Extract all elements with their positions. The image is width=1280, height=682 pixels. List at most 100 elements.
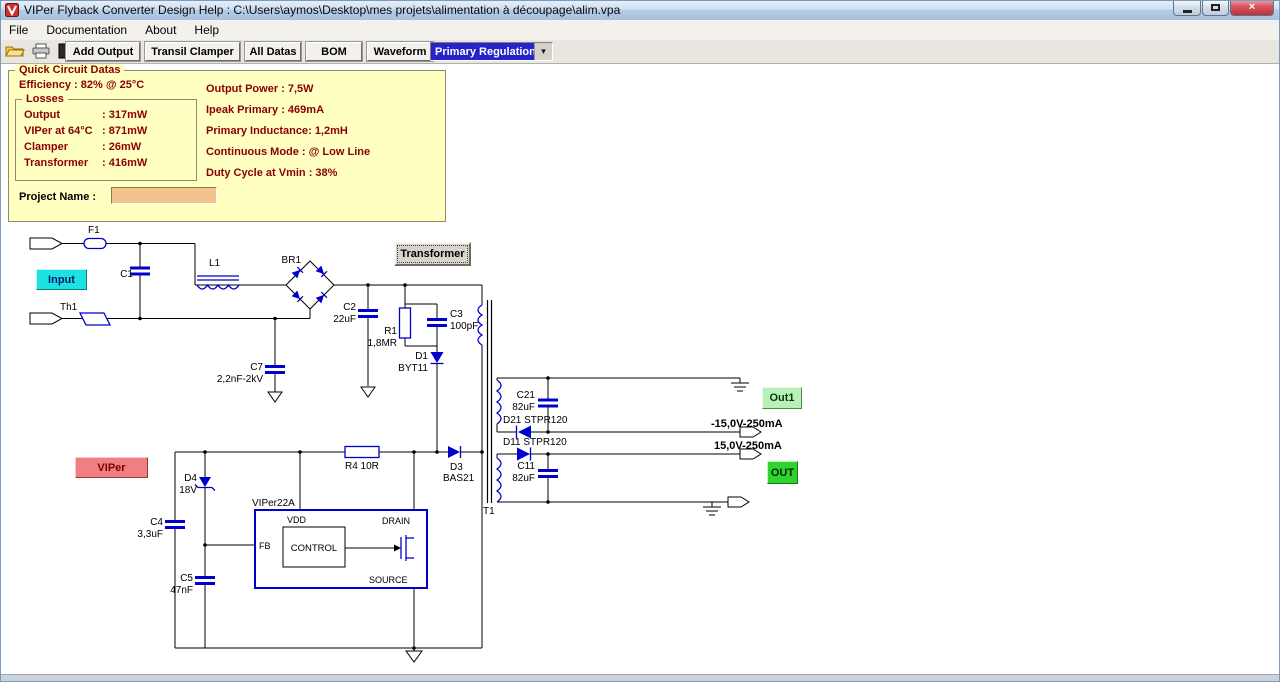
label-d1-value: BYT11: [398, 363, 428, 374]
waveform-button[interactable]: Waveform: [367, 42, 433, 61]
label-c7: C7: [250, 362, 263, 373]
choke-l1: [196, 275, 240, 290]
capacitor-c7: [265, 365, 285, 374]
loss-row-clamper: Clamper : 26mW: [24, 141, 192, 157]
input-button[interactable]: Input: [36, 269, 87, 290]
label-r1: R1: [384, 326, 397, 337]
menu-help[interactable]: Help: [185, 21, 228, 39]
label-c4-value: 3,3uF: [137, 529, 163, 540]
resistor-r1: [398, 307, 412, 339]
maximize-icon: [1211, 4, 1220, 11]
panel-title: Quick Circuit Datas: [15, 64, 125, 76]
label-c3-value: 100pF: [450, 321, 478, 332]
label-th1: Th1: [60, 302, 78, 313]
ground-out-icon: [703, 502, 721, 516]
bridge-rectifier-br1: [285, 260, 335, 310]
capacitor-c5: [195, 576, 215, 585]
label-c7-value: 2,2nF-2kV: [217, 374, 263, 385]
close-icon: ×: [1248, 1, 1256, 13]
fuse-f1: [83, 237, 107, 250]
menu-bar: File Documentation About Help: [0, 20, 1280, 41]
window-title: VIPer Flyback Converter Design Help : C:…: [24, 3, 621, 17]
regulation-combobox[interactable]: Primary Regulation ▼: [430, 42, 553, 61]
combobox-dropdown-button[interactable]: ▼: [534, 43, 552, 60]
out-button[interactable]: OUT: [767, 461, 798, 484]
loss-label: Transformer: [24, 157, 89, 169]
resistor-r4: [344, 445, 380, 459]
project-name-input[interactable]: [111, 187, 217, 204]
capacitor-c2: [358, 309, 378, 318]
transil-clamper-button[interactable]: Transil Clamper: [145, 42, 240, 61]
all-datas-button[interactable]: All Datas: [245, 42, 301, 61]
label-d3-value: BAS21: [443, 473, 475, 484]
capacitor-c4: [165, 520, 185, 529]
thermistor-th1: [78, 312, 112, 326]
menu-documentation[interactable]: Documentation: [37, 21, 136, 39]
label-ic-name: VIPer22A: [252, 498, 295, 509]
label-c5: C5: [180, 573, 193, 584]
toolbar: Add Output Transil Clamper All Datas BOM…: [0, 40, 1280, 64]
label-d1: D1: [415, 351, 428, 362]
viper-button[interactable]: VIPer: [75, 457, 148, 478]
print-icon[interactable]: [31, 43, 51, 59]
label-d11: D11 STPR120: [503, 437, 567, 448]
title-bar: VIPer Flyback Converter Design Help : C:…: [0, 0, 1280, 21]
loss-label: Output: [24, 109, 61, 121]
stat-output-power: Output Power : 7,5W: [206, 83, 314, 95]
label-br1: BR1: [282, 255, 302, 266]
label-c5-value: 47nF: [170, 585, 193, 596]
diode-d11: [517, 447, 532, 461]
project-name-label: Project Name :: [19, 191, 97, 203]
label-d21: D21 STPR120: [503, 415, 568, 426]
circuit-stats: Output Power : 7,5W Ipeak Primary : 469m…: [206, 83, 370, 188]
losses-title: Losses: [22, 93, 68, 105]
stat-primary-inductance: Primary Inductance: 1,2mH: [206, 125, 348, 137]
maximize-button[interactable]: [1202, 0, 1229, 16]
label-pin-vdd: VDD: [287, 515, 307, 525]
capacitor-c1: [130, 266, 150, 276]
input-connector-neutral: [29, 312, 64, 325]
menu-about[interactable]: About: [136, 21, 185, 39]
ground-source-icon: [405, 650, 423, 663]
label-d3: D3: [450, 462, 463, 473]
loss-label: Clamper: [24, 141, 69, 153]
label-t1: T1: [483, 506, 495, 517]
label-r1-value: 1,8MR: [368, 338, 397, 349]
bom-button[interactable]: BOM: [306, 42, 362, 61]
label-c1: C1: [120, 269, 133, 280]
ground-out1-icon: [731, 378, 749, 392]
label-f1: F1: [88, 225, 100, 236]
label-d4: D4: [184, 473, 197, 484]
out1-button[interactable]: Out1: [762, 387, 802, 409]
open-folder-icon[interactable]: [5, 43, 25, 59]
regulation-combobox-value: Primary Regulation: [431, 43, 534, 60]
label-c2-value: 22uF: [333, 314, 356, 325]
label-control: CONTROL: [291, 543, 337, 554]
label-l1: L1: [209, 258, 221, 269]
transformer-button[interactable]: Transformer: [394, 242, 471, 266]
ground-c7-icon: [267, 391, 283, 403]
app-icon: [5, 3, 19, 17]
minimize-button[interactable]: [1173, 0, 1201, 16]
label-c2: C2: [343, 302, 356, 313]
loss-value: : 416mW: [102, 157, 148, 169]
close-button[interactable]: ×: [1230, 0, 1274, 16]
loss-value: : 26mW: [102, 141, 142, 153]
label-pin-fb: FB: [259, 541, 271, 551]
menu-file[interactable]: File: [0, 21, 37, 39]
chevron-down-icon: ▼: [539, 47, 548, 56]
add-output-button[interactable]: Add Output: [66, 42, 140, 61]
label-c11-value: 82uF: [512, 473, 535, 484]
transformer-symbol: [477, 300, 502, 503]
capacitor-c11: [538, 469, 558, 478]
loss-label: VIPer at 64°C: [24, 125, 93, 137]
capacitor-c3: [427, 318, 447, 327]
loss-row-viper: VIPer at 64°C : 871mW: [24, 125, 192, 141]
capacitor-c21: [538, 398, 558, 408]
stat-duty-cycle: Duty Cycle at Vmin : 38%: [206, 167, 338, 179]
efficiency-value: Efficiency : 82% @ 25°C: [19, 79, 145, 91]
label-c11: C11: [517, 461, 535, 472]
loss-value: : 871mW: [102, 125, 148, 137]
label-pin-source: SOURCE: [369, 575, 408, 585]
label-c4: C4: [150, 517, 163, 528]
